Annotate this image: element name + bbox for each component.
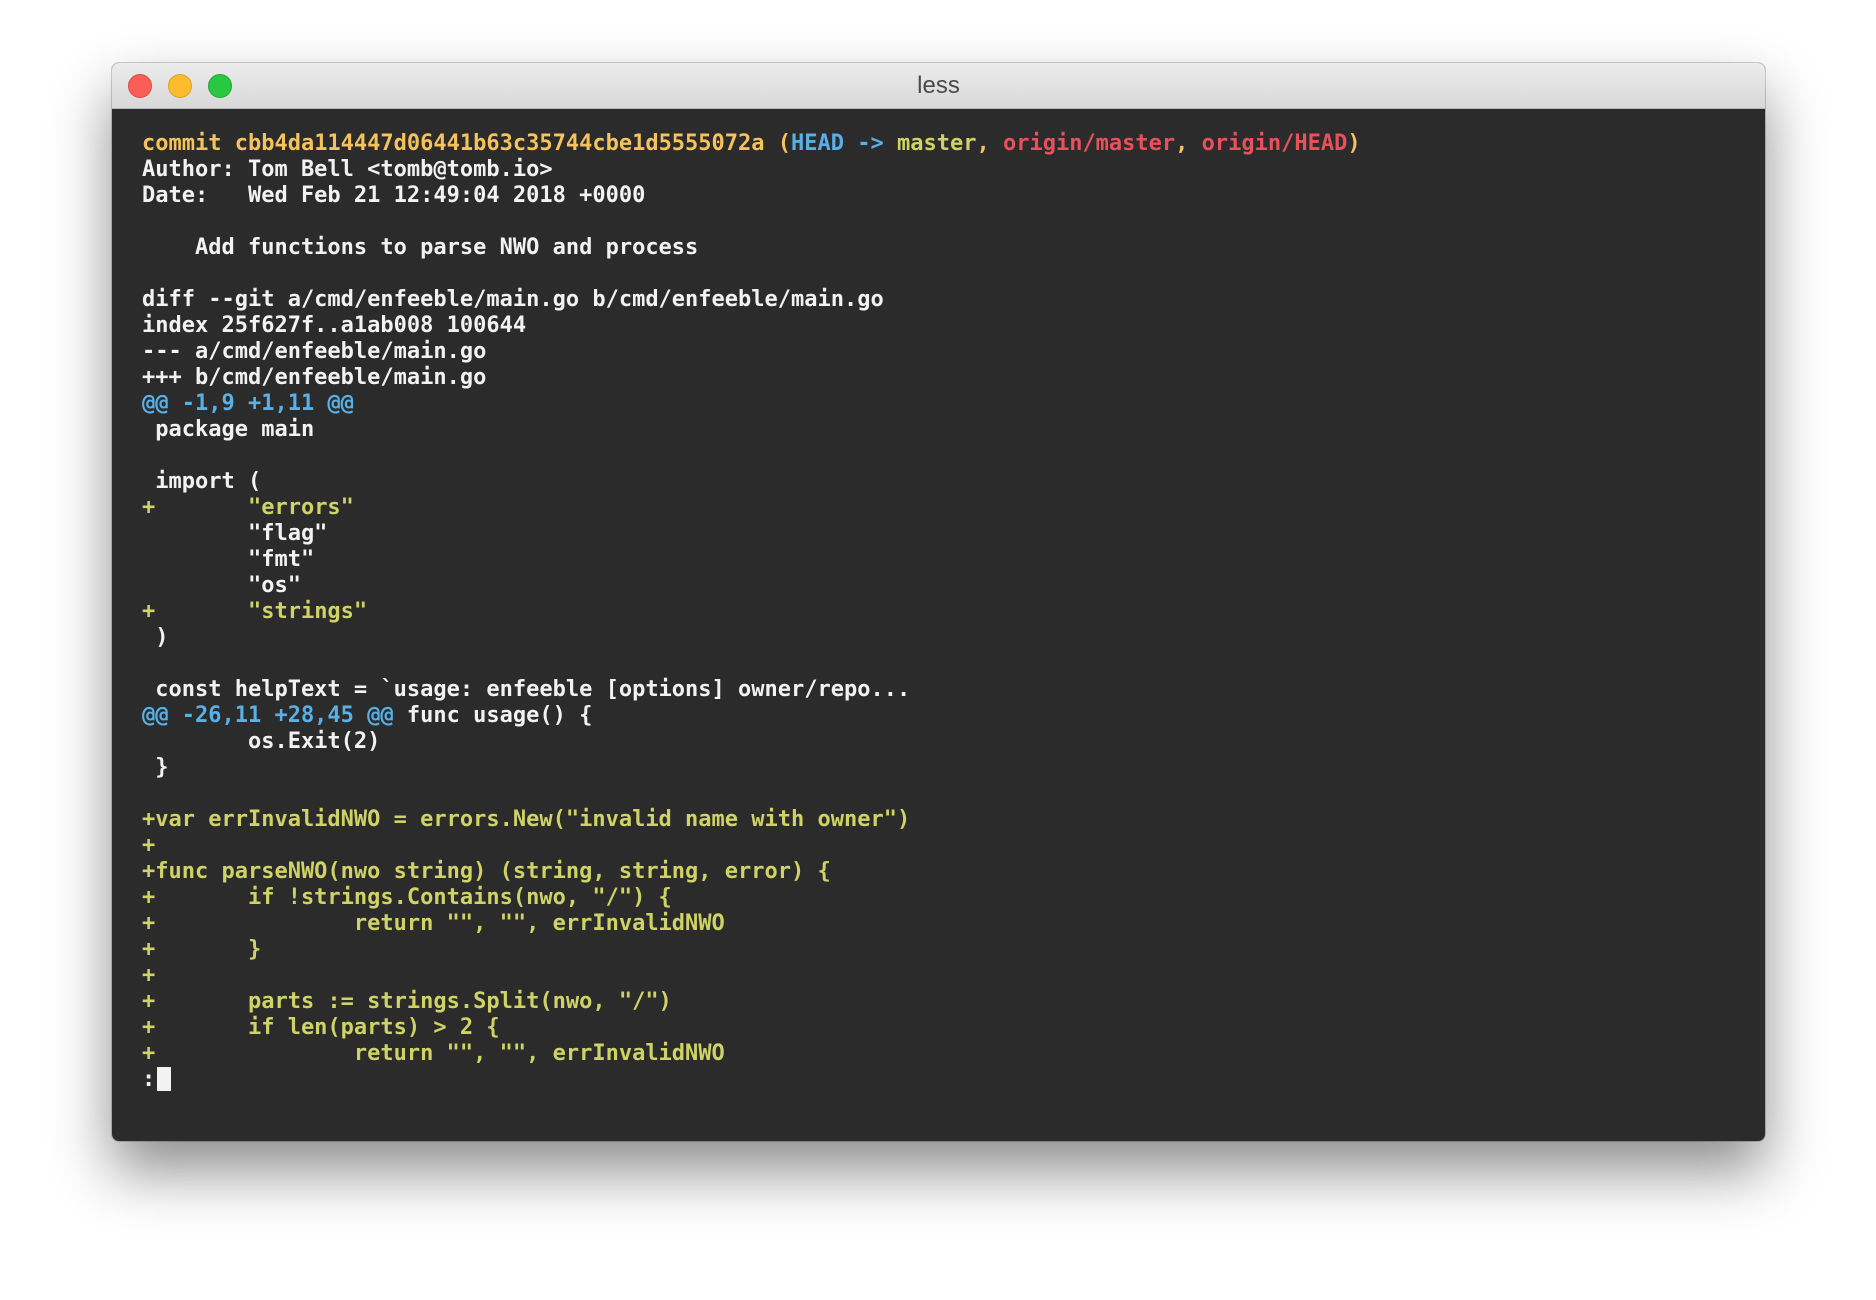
origin-master-ref: origin/master	[1002, 131, 1176, 156]
added-line: + return "", "", errInvalidNWO	[142, 911, 725, 936]
context-line: "fmt"	[142, 547, 315, 572]
context-line: package main	[142, 417, 315, 442]
added-line: + "errors"	[142, 495, 1745, 521]
origin-head-ref: origin/HEAD	[1201, 131, 1348, 156]
added-line: + "strings"	[142, 599, 1745, 625]
added-line: +	[142, 963, 156, 988]
added-marker: +	[142, 495, 156, 520]
terminal-window: less commit cbb4da114447d06441b63c35744c…	[112, 63, 1765, 1141]
diff-header-line: diff --git a/cmd/enfeeble/main.go b/cmd/…	[142, 287, 884, 312]
diff-old-file-line: --- a/cmd/enfeeble/main.go	[142, 339, 487, 364]
hunk-header: @@ -26,11 +28,45 @@	[142, 703, 394, 728]
ref-close-paren: )	[1347, 131, 1361, 156]
context-line: os.Exit(2)	[142, 729, 381, 754]
commit-prefix: commit	[142, 131, 235, 156]
added-line: +var errInvalidNWO = errors.New("invalid…	[142, 807, 911, 832]
context-line: "os"	[142, 573, 301, 598]
added-line: +func parseNWO(nwo string) (string, stri…	[142, 859, 831, 884]
date-line: Date: Wed Feb 21 12:49:04 2018 +0000	[142, 183, 646, 208]
commit-line: commit cbb4da114447d06441b63c35744cbe1d5…	[142, 131, 1745, 157]
branch-ref: master	[883, 131, 977, 156]
author-line: Author: Tom Bell <tomb@tomb.io>	[142, 157, 553, 182]
ref-separator: ,	[976, 131, 1003, 156]
added-line: +	[142, 833, 156, 858]
added-line: + if len(parts) > 2 {	[142, 1015, 500, 1040]
terminal-output[interactable]: commit cbb4da114447d06441b63c35744cbe1d5…	[142, 131, 1745, 1121]
text-cursor	[157, 1067, 172, 1091]
context-line: "flag"	[142, 521, 328, 546]
diff-index-line: index 25f627f..a1ab008 100644	[142, 313, 527, 338]
added-marker: +	[142, 599, 156, 624]
added-text: "errors"	[155, 495, 354, 520]
added-line: + parts := strings.Split(nwo, "/")	[142, 989, 672, 1014]
hunk-context: func usage() {	[393, 703, 593, 728]
commit-message: Add functions to parse NWO and process	[142, 235, 699, 260]
title-bar[interactable]: less	[112, 63, 1765, 109]
added-line: + }	[142, 937, 262, 962]
less-prompt: :	[142, 1067, 156, 1092]
added-line: + return "", "", errInvalidNWO	[142, 1041, 725, 1066]
diff-new-file-line: +++ b/cmd/enfeeble/main.go	[142, 365, 487, 390]
head-ref: HEAD ->	[791, 131, 884, 156]
hunk-header-line: @@ -26,11 +28,45 @@ func usage() {	[142, 703, 1745, 729]
context-line: import (	[142, 469, 262, 494]
ref-separator: ,	[1175, 131, 1202, 156]
added-line: + if !strings.Contains(nwo, "/") {	[142, 885, 672, 910]
ref-open-paren: (	[764, 131, 792, 156]
commit-hash: cbb4da114447d06441b63c35744cbe1d5555072a	[234, 131, 765, 156]
window-title: less	[917, 72, 960, 99]
less-prompt-line[interactable]: :	[142, 1067, 1745, 1093]
hunk-header: @@ -1,9 +1,11 @@	[142, 391, 354, 416]
context-line: const helpText = `usage: enfeeble [optio…	[142, 677, 911, 702]
context-line: }	[142, 755, 169, 780]
added-text: "strings"	[155, 599, 368, 624]
context-line: )	[142, 625, 169, 650]
